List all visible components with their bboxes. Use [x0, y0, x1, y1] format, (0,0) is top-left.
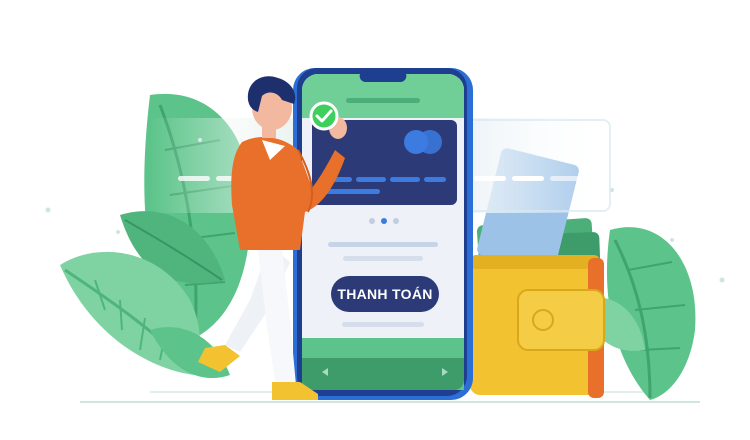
floating-card-right	[462, 118, 612, 213]
payment-illustration	[45, 68, 725, 403]
pay-button[interactable]: THANH TOÁN	[331, 276, 439, 312]
carousel-dot-active[interactable]	[381, 218, 387, 224]
check-icon	[309, 101, 339, 131]
card-logo-icon	[404, 130, 442, 154]
carousel-dot[interactable]	[369, 218, 375, 224]
carousel-dot[interactable]	[393, 218, 399, 224]
carousel-dots	[369, 218, 399, 224]
